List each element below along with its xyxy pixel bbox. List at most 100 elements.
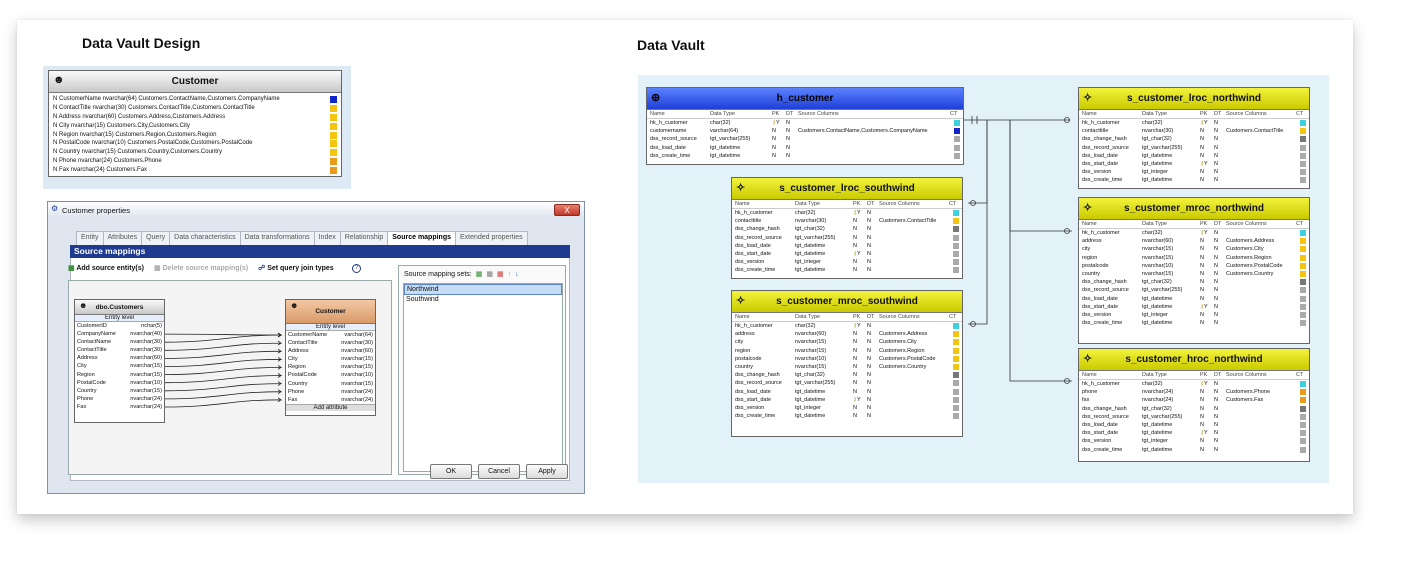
vault-row[interactable]: address nvarchar(60) N N Customers.Address <box>732 330 962 338</box>
vault-row[interactable]: dss_version tgt_integer N N <box>732 404 962 412</box>
column-header: PK <box>853 201 861 207</box>
vault-row[interactable]: dss_version tgt_integer N N <box>1079 168 1309 176</box>
vault-row[interactable]: hk_h_customer char(32) ⚷Y N <box>647 119 963 127</box>
vault-row[interactable]: dss_record_source tgt_varchar(255) N N <box>1079 144 1309 152</box>
vault-row[interactable]: dss_record_source tgt_varchar(255) N N <box>1079 413 1309 421</box>
vault-row[interactable]: dss_start_date tgt_datetime ⚷Y N <box>732 250 962 258</box>
vault-row[interactable]: dss_record_source tgt_varchar(255) N N <box>732 234 962 242</box>
vault-cell-text: tgt_datetime <box>710 152 741 159</box>
vault-cell: N <box>1214 319 1226 327</box>
vault-row[interactable]: dss_load_date tgt_datetime N N <box>732 388 962 396</box>
vault-row[interactable]: dss_load_date tgt_datetime N N <box>732 242 962 250</box>
vault-cell-text: N <box>853 242 857 249</box>
vault-cell-text: dss_start_date <box>1082 303 1119 310</box>
vault-row[interactable]: hk_h_customer char(32) ⚷Y N <box>732 209 962 217</box>
vault-row[interactable]: city nvarchar(15) N N Customers.City <box>732 338 962 346</box>
vault-row[interactable]: dss_create_time tgt_datetime N N <box>1079 319 1309 327</box>
vault-table-s-customer-mroc-southwind[interactable]: ✧ s_customer_mroc_southwind Name Data Type P… <box>731 290 963 437</box>
vault-cell-text: N <box>867 234 871 241</box>
vault-row[interactable]: city nvarchar(15) N N Customers.City <box>1079 245 1309 253</box>
vault-row[interactable]: dss_create_time tgt_datetime N N <box>647 152 963 160</box>
vault-row[interactable]: postalcode nvarchar(10) N N Customers.Postal… <box>1079 262 1309 270</box>
vault-cell-text: dss_load_date <box>650 144 686 151</box>
vault-cell-text: dss_record_source <box>735 234 782 241</box>
vault-cell-text: N <box>1200 238 1204 245</box>
vault-row[interactable]: dss_load_date tgt_datetime N N <box>1079 152 1309 160</box>
vault-cell <box>1226 405 1296 413</box>
vault-cell: dss_record_source <box>1082 413 1142 421</box>
vault-row[interactable]: phone nvarchar(24) N N Customers.Phone <box>1079 388 1309 396</box>
vault-row[interactable]: country nvarchar(15) N N Customers.Country <box>732 363 962 371</box>
vault-cell-text: tgt_varchar(255) <box>795 234 836 241</box>
vault-row[interactable]: customername varchar(64) N N Customers.Conta… <box>647 127 963 135</box>
vault-cell-text: N <box>1214 177 1218 184</box>
vault-row[interactable]: region nvarchar(15) N N Customers.Region <box>1079 254 1309 262</box>
vault-table-s-customer-hroc-northwind[interactable]: ✧ s_customer_hroc_northwind Name Data Type P… <box>1078 348 1310 462</box>
vault-cell: tgt_varchar(255) <box>1142 144 1200 152</box>
vault-row[interactable]: dss_load_date tgt_datetime N N <box>647 144 963 152</box>
vault-table-s-customer-lroc-northwind[interactable]: ✧ s_customer_lroc_northwind Name Data Type P… <box>1078 87 1310 189</box>
vault-row[interactable]: address nvarchar(60) N N Customers.Address <box>1079 237 1309 245</box>
vault-cell: N <box>1214 421 1226 429</box>
vault-cell: dss_change_hash <box>1082 135 1142 143</box>
vault-cell-text: Customers.Phone <box>1226 389 1271 396</box>
vault-cell <box>798 119 950 127</box>
vault-cell-text: N <box>1214 246 1218 253</box>
vault-row[interactable]: dss_create_time tgt_datetime N N <box>732 412 962 420</box>
vault-row[interactable]: hk_h_customer char(32) ⚷Y N <box>1079 380 1309 388</box>
vault-table-s-customer-mroc-northwind[interactable]: ✧ s_customer_mroc_northwind Name Data Type P… <box>1078 197 1310 344</box>
vault-cell-text: N <box>1200 279 1204 286</box>
vault-row[interactable]: contacttitle nvarchar(30) N N Customers.Cont… <box>732 217 962 225</box>
vault-row[interactable]: dss_version tgt_integer N N <box>1079 437 1309 445</box>
vault-cell-text: tgt_varchar(255) <box>795 380 836 387</box>
vault-cell-text: dss_version <box>1082 438 1112 445</box>
vault-row[interactable]: dss_record_source tgt_varchar(255) N N <box>732 379 962 387</box>
vault-cell-text: Customers.Country <box>1226 270 1274 277</box>
vault-row[interactable]: dss_change_hash tgt_char(32) N N <box>1079 135 1309 143</box>
vault-row[interactable]: dss_start_date tgt_datetime ⚷Y N <box>1079 303 1309 311</box>
vault-row[interactable]: dss_load_date tgt_datetime N N <box>1079 295 1309 303</box>
vault-row[interactable]: dss_start_date tgt_datetime ⚷Y N <box>1079 429 1309 437</box>
vault-row[interactable]: postalcode nvarchar(10) N N Customers.Postal… <box>732 355 962 363</box>
vault-cell <box>879 225 949 233</box>
vault-table-title: s_customer_lroc_southwind <box>779 183 915 194</box>
vault-row[interactable]: dss_change_hash tgt_char(32) N N <box>732 371 962 379</box>
vault-table-s-customer-lroc-southwind[interactable]: ✧ s_customer_lroc_southwind Name Data Type P… <box>731 177 963 279</box>
vault-cell: N <box>853 266 867 274</box>
vault-cell: nvarchar(30) <box>1142 127 1200 135</box>
vault-row[interactable]: dss_start_date tgt_datetime ⚷Y N <box>1079 160 1309 168</box>
vault-row[interactable]: dss_version tgt_integer N N <box>732 258 962 266</box>
vault-row[interactable]: dss_start_date tgt_datetime ⚷Y N <box>732 396 962 404</box>
vault-cell-text: dss_load_date <box>1082 295 1118 302</box>
vault-row[interactable]: hk_h_customer char(32) ⚷Y N <box>1079 119 1309 127</box>
vault-row[interactable]: dss_change_hash tgt_char(32) N N <box>1079 278 1309 286</box>
vault-cell-text: tgt_datetime <box>710 144 741 151</box>
vault-row[interactable]: dss_create_time tgt_datetime N N <box>732 266 962 274</box>
vault-row[interactable]: dss_create_time tgt_datetime N N <box>1079 176 1309 184</box>
vault-cell-text: nvarchar(15) <box>795 347 827 354</box>
vault-cell: N <box>853 388 867 396</box>
vault-cell <box>798 135 950 143</box>
vault-row[interactable]: country nvarchar(15) N N Customers.Country <box>1079 270 1309 278</box>
vault-row[interactable]: dss_load_date tgt_datetime N N <box>1079 421 1309 429</box>
vault-row[interactable]: dss_version tgt_integer N N <box>1079 311 1309 319</box>
vault-row[interactable]: contacttitle nvarchar(30) N N Customers.Cont… <box>1079 127 1309 135</box>
vault-row[interactable]: fax nvarchar(24) N N Customers.Fax <box>1079 396 1309 404</box>
vault-cell-text: N <box>867 210 871 216</box>
vault-table-h-customer[interactable]: ⊕ h_customer Name Data Type PK DT Source Colum… <box>646 87 964 165</box>
mapping-color-swatch <box>1300 246 1306 253</box>
vault-cell: char(32) <box>710 119 772 127</box>
vault-row[interactable]: hk_h_customer char(32) ⚷Y N <box>732 322 962 330</box>
vault-row[interactable]: dss_record_source tgt_varchar(255) N N <box>1079 286 1309 294</box>
vault-cell-text: nvarchar(30) <box>795 218 827 225</box>
vault-row[interactable]: region nvarchar(15) N N Customers.Region <box>732 347 962 355</box>
vault-cell <box>879 404 949 412</box>
vault-row[interactable]: dss_record_source tgt_varchar(255) N N <box>647 135 963 143</box>
vault-row[interactable]: dss_change_hash tgt_char(32) N N <box>1079 405 1309 413</box>
vault-column-headers: Name Data Type PK DT Source Columns CT <box>1079 110 1309 119</box>
column-header: Source Columns <box>1226 372 1267 378</box>
vault-row[interactable]: hk_h_customer char(32) ⚷Y N <box>1079 229 1309 237</box>
vault-row[interactable]: dss_create_time tgt_datetime N N <box>1079 446 1309 454</box>
mapping-color-swatch <box>953 242 959 249</box>
vault-row[interactable]: dss_change_hash tgt_char(32) N N <box>732 225 962 233</box>
